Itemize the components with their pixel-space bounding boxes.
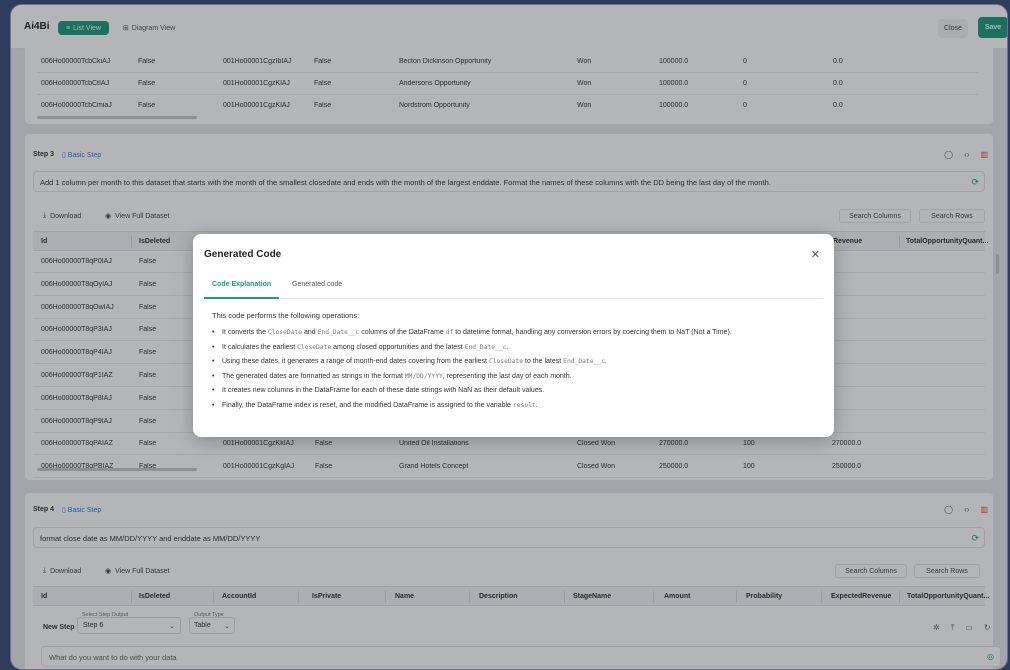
- close-icon[interactable]: ✕: [811, 248, 820, 261]
- text: It creates new columns in the DataFrame …: [222, 387, 545, 394]
- explanation-item: It creates new columns in the DataFrame …: [212, 387, 822, 402]
- code-token: result: [512, 401, 536, 409]
- explanation-item: The generated dates are formatted as str…: [212, 373, 822, 388]
- text: .: [535, 401, 538, 409]
- text: columns of the DataFrame: [359, 329, 446, 336]
- active-tab-indicator: [204, 297, 279, 299]
- tab-generated-code[interactable]: Generated code: [292, 281, 342, 288]
- text: , representing the last day of each mont…: [442, 372, 572, 380]
- text: to datetime format, handling any convers…: [453, 329, 732, 336]
- generated-code-modal: Generated Code ✕ Code Explanation Genera…: [193, 234, 834, 437]
- code-token: End_Date__c: [317, 329, 360, 336]
- modal-title: Generated Code: [204, 249, 282, 260]
- code-token: CloseDate: [297, 343, 332, 351]
- explanation-item: Finally, the DataFrame index is reset, a…: [212, 402, 822, 417]
- code-token: CloseDate: [488, 358, 524, 365]
- text: .: [604, 358, 607, 365]
- tab-divider: [204, 298, 823, 299]
- text: It calculates the earliest: [222, 343, 298, 351]
- text: and: [302, 329, 318, 336]
- code-token: End_Date__c: [464, 343, 507, 351]
- text: among closed opportunities and the lates…: [331, 343, 465, 351]
- tab-code-explanation[interactable]: Code Explanation: [212, 281, 271, 288]
- text: Using these dates, it generates a range …: [222, 358, 489, 365]
- explanation-item: It calculates the earliest CloseDate amo…: [212, 344, 822, 359]
- code-token: End_Date__c: [563, 358, 605, 365]
- text: Finally, the DataFrame index is reset, a…: [222, 401, 513, 409]
- text: .: [506, 343, 509, 351]
- explanation-intro: This code performs the following operati…: [212, 311, 360, 320]
- explanation-item: It converts the CloseDate and End_Date__…: [212, 329, 822, 344]
- code-token: CloseDate: [267, 329, 303, 336]
- text: The generated dates are formatted as str…: [222, 372, 405, 380]
- explanation-item: Using these dates, it generates a range …: [212, 358, 822, 373]
- text: to the latest: [523, 358, 564, 365]
- explanation-list: It converts the CloseDate and End_Date__…: [212, 329, 822, 416]
- code-token: MM/DD/YYYY: [404, 372, 443, 380]
- text: It converts the: [222, 329, 268, 336]
